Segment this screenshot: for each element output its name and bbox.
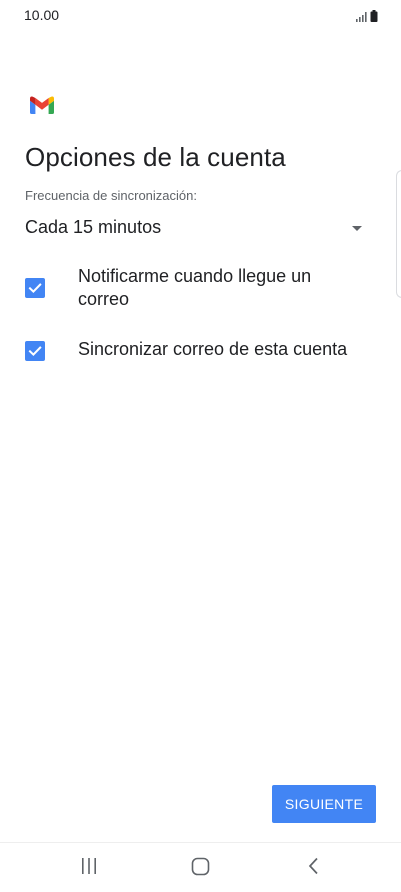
next-button[interactable]: SIGUIENTE	[272, 785, 376, 823]
sync-frequency-dropdown[interactable]: Cada 15 minutos	[25, 212, 370, 244]
status-bar: 10.00	[0, 0, 401, 30]
sync-account-option[interactable]: Sincronizar correo de esta cuenta	[25, 338, 365, 364]
check-icon	[28, 346, 42, 357]
notify-label: Notificarme cuando llegue un correo	[78, 266, 312, 309]
sync-frequency-value: Cada 15 minutos	[25, 217, 162, 237]
page-title: Opciones de la cuenta	[25, 142, 286, 172]
notify-option[interactable]: Notificarme cuando llegue un correo	[25, 265, 365, 313]
gmail-logo-icon	[30, 96, 54, 114]
battery-icon	[370, 9, 378, 27]
notify-checkbox[interactable]	[25, 278, 45, 298]
check-icon	[28, 283, 42, 294]
status-icons	[356, 9, 378, 27]
back-icon[interactable]	[307, 857, 321, 880]
scroll-edge-indicator	[396, 170, 401, 298]
recents-icon[interactable]	[80, 857, 98, 880]
signal-icon	[356, 9, 367, 27]
sync-account-checkbox[interactable]	[25, 341, 45, 361]
home-icon[interactable]	[191, 857, 210, 881]
sync-frequency-label: Frecuencia de sincronización:	[25, 188, 197, 203]
navigation-bar	[0, 842, 401, 892]
sync-account-label: Sincronizar correo de esta cuenta	[78, 339, 348, 359]
status-time: 10.00	[24, 7, 60, 23]
dropdown-arrow-icon	[352, 226, 362, 231]
